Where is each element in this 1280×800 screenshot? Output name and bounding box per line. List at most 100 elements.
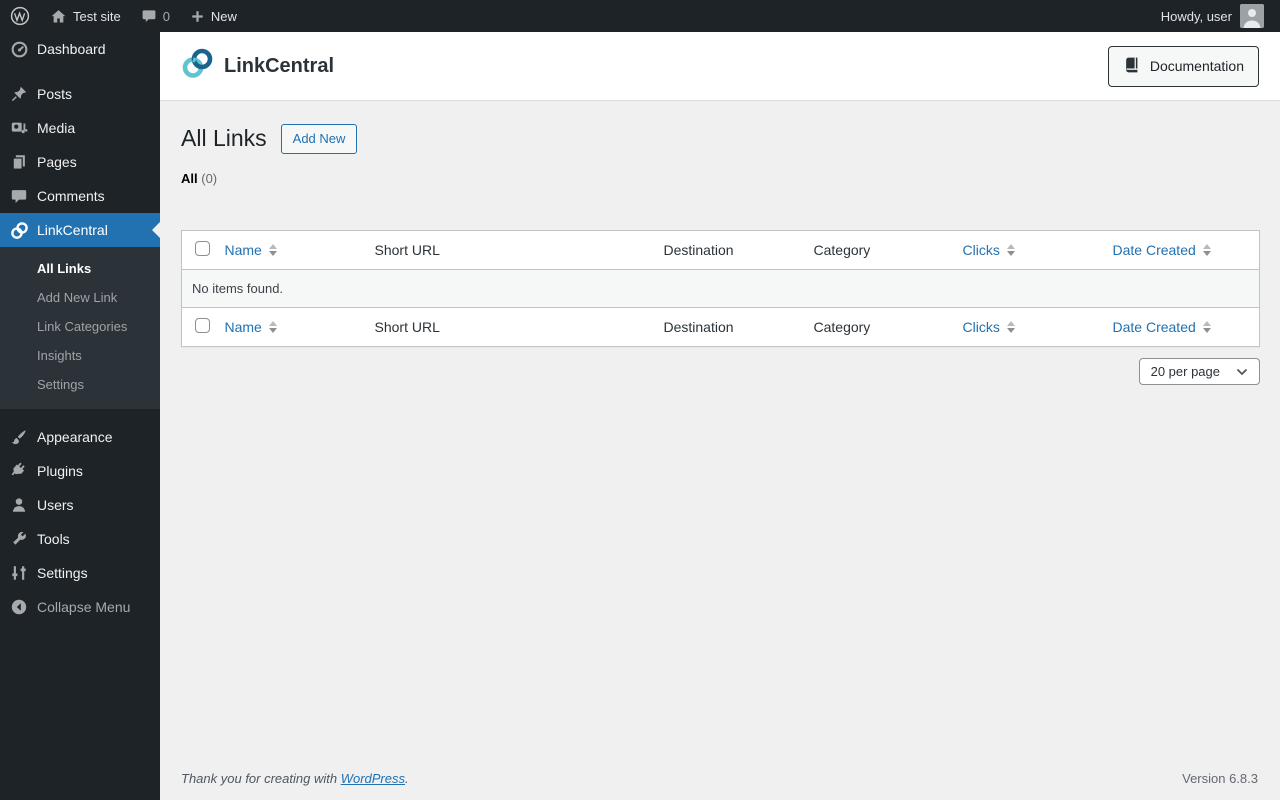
menu-separator	[0, 66, 160, 77]
sidebar-item-tools[interactable]: Tools	[0, 522, 160, 556]
column-short-url: Short URL	[374, 242, 440, 259]
comments-link[interactable]: 0	[131, 0, 180, 32]
no-items-row: No items found.	[181, 269, 1260, 308]
submenu-item-all-links[interactable]: All Links	[0, 254, 160, 283]
linkcentral-submenu: All Links Add New Link Link Categories I…	[0, 247, 160, 409]
menu-separator	[0, 409, 160, 420]
filter-all-label: All	[181, 171, 198, 187]
account-link[interactable]: Howdy, user	[1153, 4, 1272, 28]
column-date-created: Date Created	[1103, 231, 1260, 270]
admin-bar-left: Test site 0 New	[0, 0, 247, 32]
site-name-link[interactable]: Test site	[40, 0, 131, 32]
collapse-arrow-icon	[9, 597, 29, 617]
documentation-button[interactable]: Documentation	[1107, 45, 1259, 87]
sidebar-item-label: Posts	[37, 86, 73, 102]
per-page-value: 20 per page	[1150, 364, 1220, 380]
linkcentral-icon	[9, 220, 29, 240]
submenu-item-insights[interactable]: Insights	[0, 341, 160, 370]
documentation-label: Documentation	[1149, 58, 1244, 74]
sidebar-item-settings[interactable]: Settings	[0, 556, 160, 590]
select-all-cell	[182, 308, 215, 347]
site-name: Test site	[73, 8, 121, 24]
column-destination: Destination	[663, 242, 734, 259]
select-all-checkbox[interactable]	[195, 241, 210, 257]
column-name: Name	[215, 308, 365, 347]
plugin-header: LinkCentral Documentation	[160, 32, 1280, 101]
chevron-down-icon	[1236, 364, 1248, 379]
column-destination: Destination	[663, 319, 734, 336]
footer-header-row: Name Short URL Destination Category Clic…	[181, 307, 1260, 347]
header-row: Name Short URL Destination Category Clic…	[181, 231, 1260, 270]
table-body: No items found.	[181, 269, 1260, 308]
sidebar-item-pages[interactable]: Pages	[0, 145, 160, 179]
filter-all-link[interactable]: All (0)	[181, 171, 217, 186]
new-content-link[interactable]: New	[180, 0, 247, 32]
sort-by-clicks-link[interactable]: Clicks	[963, 319, 1015, 335]
add-new-button[interactable]: Add New	[280, 124, 358, 155]
pushpin-icon	[9, 84, 29, 104]
sort-arrows-icon	[268, 321, 277, 334]
version-text: Version 6.8.3	[1182, 771, 1258, 786]
sidebar-item-appearance[interactable]: Appearance	[0, 420, 160, 454]
submenu-item-settings[interactable]: Settings	[0, 370, 160, 399]
page-body: All Links Add New All (0) Name Short URL…	[160, 101, 1280, 771]
plus-icon	[190, 9, 205, 24]
title-row: All Links Add New	[181, 124, 1260, 155]
column-name: Name	[215, 231, 365, 270]
new-label: New	[210, 8, 237, 24]
sidebar-item-label: Pages	[37, 154, 77, 170]
sidebar-item-label: Comments	[37, 188, 105, 204]
sort-by-date-link[interactable]: Date Created	[1113, 242, 1211, 258]
sliders-icon	[9, 563, 29, 583]
active-menu-arrow	[152, 222, 160, 238]
sort-by-clicks-link[interactable]: Clicks	[963, 242, 1015, 258]
table-foot: Name Short URL Destination Category Clic…	[181, 307, 1260, 347]
sidebar-item-label: Tools	[37, 531, 70, 547]
submenu-item-add-new-link[interactable]: Add New Link	[0, 283, 160, 312]
sidebar-item-label: Dashboard	[37, 41, 106, 57]
per-page-select[interactable]: 20 per page	[1138, 358, 1260, 386]
sidebar-item-label: Media	[37, 120, 76, 136]
sidebar-item-label: LinkCentral	[37, 222, 108, 238]
sort-by-name-link[interactable]: Name	[225, 242, 277, 258]
home-icon	[50, 8, 67, 25]
column-clicks: Clicks	[953, 308, 1103, 347]
sidebar-item-comments[interactable]: Comments	[0, 179, 160, 213]
sidebar-item-plugins[interactable]: Plugins	[0, 454, 160, 488]
sort-arrows-icon	[1006, 321, 1015, 334]
sidebar-item-label: Appearance	[37, 429, 113, 445]
plug-icon	[9, 461, 29, 481]
admin-bar: Test site 0 New Howdy, user	[0, 0, 1280, 32]
admin-sidebar: Dashboard Posts Media Pages Comments Lin…	[0, 32, 160, 800]
page-footer: Thank you for creating with WordPress. V…	[160, 771, 1280, 800]
media-icon	[9, 118, 29, 138]
column-category: Category	[813, 242, 871, 259]
admin-bar-right: Howdy, user	[1153, 0, 1280, 32]
column-category: Category	[813, 319, 871, 336]
comments-bubble-icon	[141, 8, 157, 24]
sidebar-item-users[interactable]: Users	[0, 488, 160, 522]
sort-by-name-link[interactable]: Name	[225, 319, 277, 335]
sidebar-item-media[interactable]: Media	[0, 111, 160, 145]
column-clicks: Clicks	[953, 231, 1103, 270]
filter-all-count: (0)	[201, 171, 218, 187]
comment-icon	[9, 186, 29, 206]
sidebar-item-dashboard[interactable]: Dashboard	[0, 32, 160, 66]
plugin-brand: LinkCentral	[181, 47, 334, 85]
submenu-item-link-categories[interactable]: Link Categories	[0, 312, 160, 341]
sidebar-item-linkcentral[interactable]: LinkCentral	[0, 213, 160, 247]
sidebar-item-posts[interactable]: Posts	[0, 77, 160, 111]
no-items-message: No items found.	[181, 269, 1260, 308]
collapse-menu-button[interactable]: Collapse Menu	[0, 590, 160, 624]
linkcentral-logo-icon	[181, 47, 214, 85]
sort-by-date-link[interactable]: Date Created	[1113, 319, 1211, 335]
wrench-icon	[9, 529, 29, 549]
column-short-url: Short URL	[374, 319, 440, 336]
wordpress-link[interactable]: WordPress	[341, 771, 405, 786]
select-all-checkbox-bottom[interactable]	[195, 318, 210, 334]
footer-thanks: Thank you for creating with WordPress.	[181, 771, 409, 786]
content-area: LinkCentral Documentation All Links Add …	[160, 32, 1280, 800]
comments-count: 0	[162, 8, 170, 24]
book-icon	[1123, 56, 1141, 77]
wordpress-menu-button[interactable]	[0, 0, 40, 32]
